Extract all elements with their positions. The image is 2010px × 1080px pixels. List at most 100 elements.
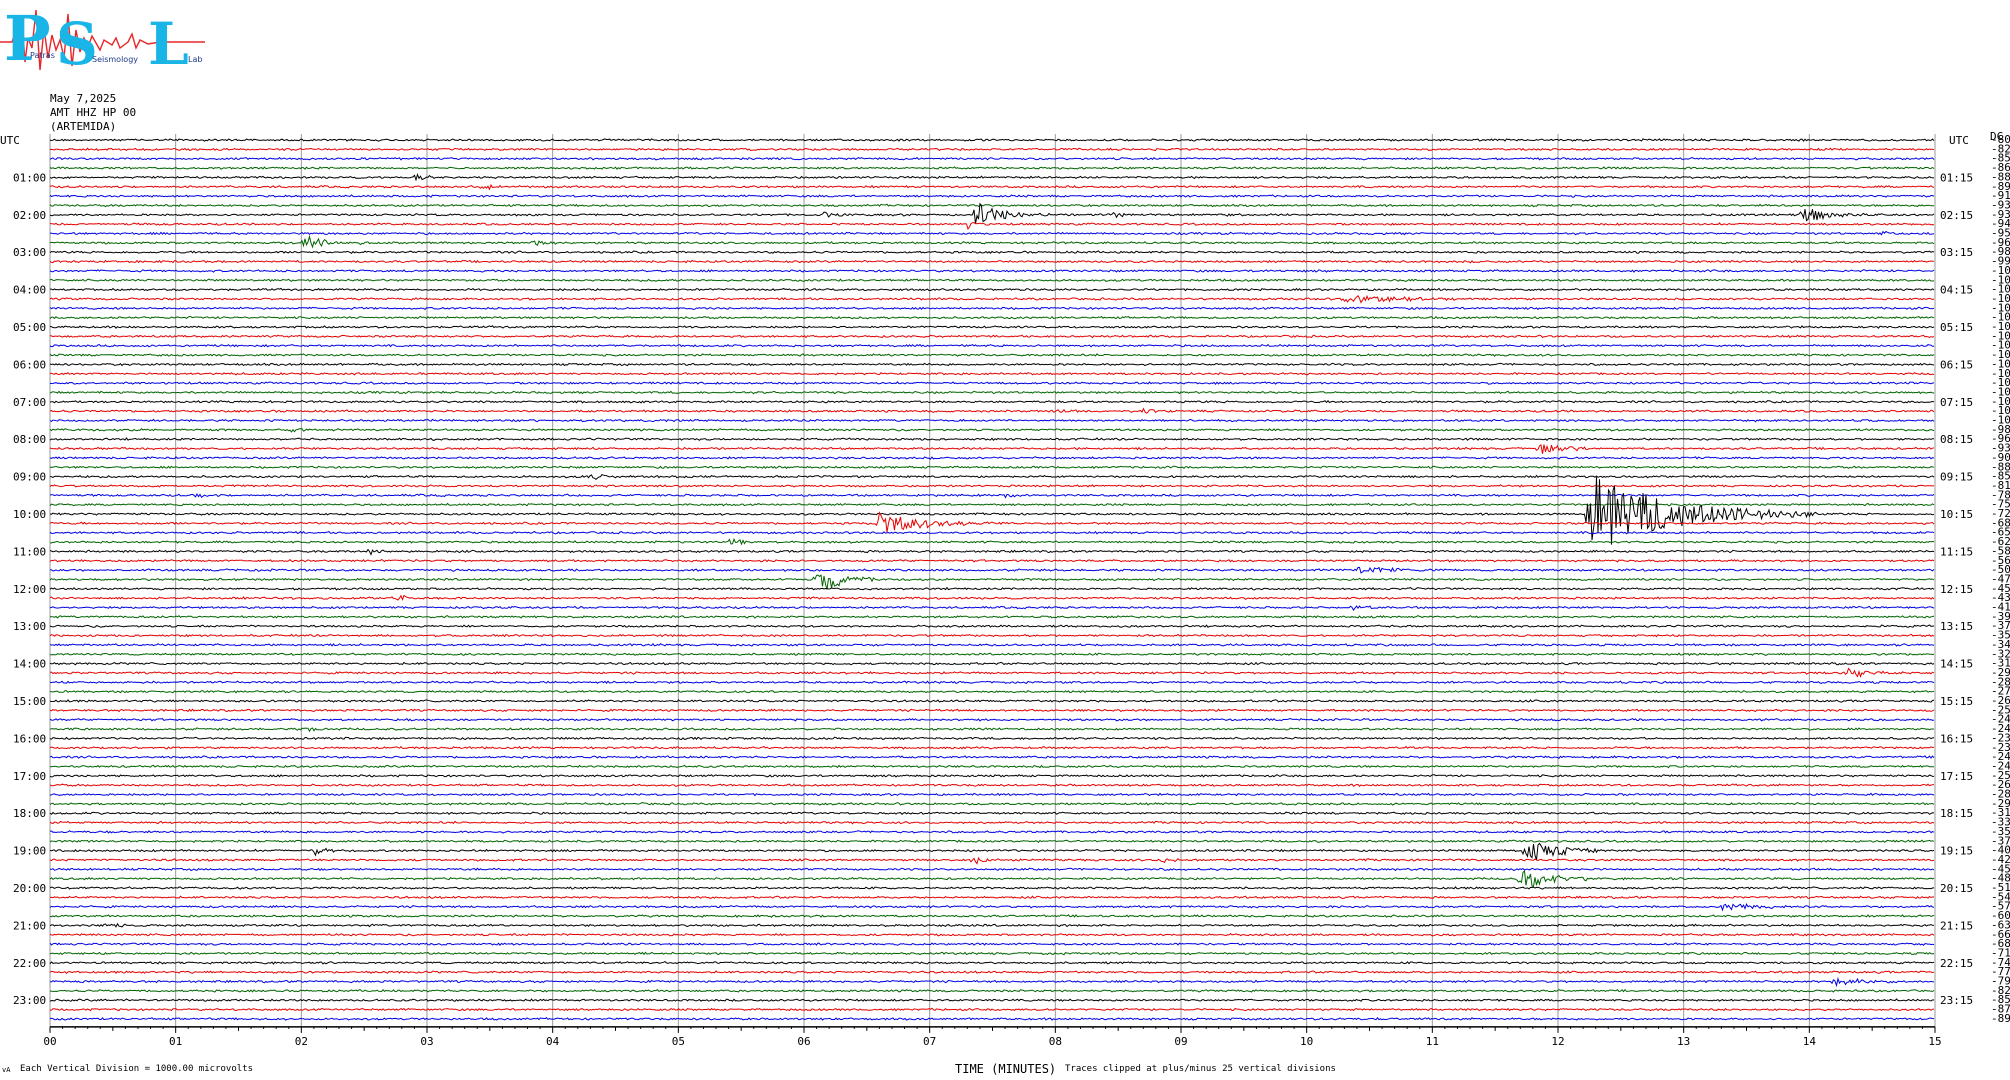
trace-line: [49, 792, 1935, 797]
trace-line: [49, 278, 1935, 283]
trace-line: [49, 586, 1935, 591]
trace-line: [49, 353, 1935, 357]
left-hour-label: 23:00: [13, 994, 46, 1007]
trace-line: [49, 699, 1935, 703]
trace-line: [49, 502, 1935, 507]
left-hour-label: 17:00: [13, 770, 46, 783]
trace-line: [49, 473, 1935, 481]
left-hour-label: 14:00: [13, 658, 46, 671]
trace-line: [49, 250, 1935, 254]
x-tick-label: 08: [1049, 1035, 1062, 1048]
right-hour-label: 18:15: [1940, 807, 1973, 820]
trace-line: [49, 325, 1935, 329]
trace-line: [49, 970, 1935, 975]
trace-line: [49, 428, 1935, 433]
trace-line: [49, 315, 1935, 320]
right-axis-title: UTC: [1949, 134, 1969, 147]
right-hour-label: 20:15: [1940, 882, 1973, 895]
trace-line: [49, 381, 1935, 385]
trace-line: [49, 574, 1935, 590]
trace-line: [49, 530, 1935, 535]
x-tick-label: 01: [169, 1035, 182, 1048]
x-tick-label: 03: [420, 1035, 433, 1048]
trace-line: [49, 259, 1935, 264]
trace-line: [49, 820, 1935, 825]
trace-line: [49, 194, 1935, 198]
trace-line: [49, 708, 1935, 713]
trace-line: [49, 661, 1935, 666]
left-hour-label: 10:00: [13, 508, 46, 521]
trace-line: [49, 922, 1935, 928]
trace-line: [49, 203, 1934, 208]
trace-line: [49, 774, 1934, 778]
x-tick-label: 04: [546, 1035, 560, 1048]
trace-line: [49, 444, 1935, 454]
x-tick-label: 09: [1174, 1035, 1187, 1048]
trace-line: [49, 492, 1935, 499]
trace-line: [49, 269, 1935, 273]
left-hour-label: 06:00: [13, 358, 46, 371]
trace-line: [49, 1017, 1935, 1021]
scale-note: Each Vertical Division = 1000.00 microvo…: [20, 1064, 253, 1074]
right-hour-label: 12:15: [1940, 583, 1973, 596]
left-hour-label: 15:00: [13, 695, 46, 708]
clip-note: Traces clipped at plus/minus 25 vertical…: [1065, 1064, 1336, 1074]
trace-line: [49, 418, 1935, 423]
trace-line: [49, 230, 1935, 236]
trace-line: [49, 334, 1935, 339]
x-tick-label: 00: [43, 1035, 56, 1048]
trace-line: [49, 680, 1935, 685]
trace-line: [49, 976, 1935, 988]
x-tick-label: 12: [1551, 1035, 1564, 1048]
trace-line: [49, 594, 1935, 602]
right-hour-label: 05:15: [1940, 321, 1973, 334]
trace-line: [49, 183, 1935, 191]
trace-line: [49, 895, 1935, 900]
x-tick-label: 07: [923, 1035, 936, 1048]
right-hour-label: 01:15: [1940, 171, 1973, 184]
left-hour-label: 21:00: [13, 919, 46, 932]
right-hour-label: 22:15: [1940, 957, 1973, 970]
trace-line: [49, 465, 1935, 470]
right-hour-label: 06:15: [1940, 358, 1973, 371]
trace-line: [49, 736, 1935, 741]
trace-line: [49, 811, 1935, 816]
left-hour-label: 02:00: [13, 209, 46, 222]
trace-line: [49, 932, 1935, 937]
left-hour-label: 07:00: [13, 396, 46, 409]
x-tick-label: 11: [1426, 1035, 1439, 1048]
x-tick-label: 05: [672, 1035, 685, 1048]
right-hour-label: 07:15: [1940, 396, 1973, 409]
right-hour-label: 17:15: [1940, 770, 1973, 783]
left-hour-label: 01:00: [13, 171, 46, 184]
left-hour-label: 19:00: [13, 845, 46, 858]
x-tick-label: 10: [1300, 1035, 1313, 1048]
trace-line: [49, 294, 1935, 304]
trace-line: [49, 147, 1935, 152]
trace-line: [49, 202, 1935, 224]
trace-line: [49, 903, 1935, 912]
x-tick-label: 15: [1928, 1035, 1941, 1048]
trace-line: [49, 456, 1935, 460]
x-axis-title: TIME (MINUTES): [955, 1062, 1057, 1076]
trace-line: [49, 407, 1935, 414]
trace-line: [49, 633, 1935, 638]
trace-line: [49, 484, 1935, 488]
trace-line: [49, 343, 1934, 348]
trace-line: [49, 764, 1935, 769]
dc-offset-label: -899: [1991, 1012, 2010, 1025]
left-hour-label: 22:00: [13, 957, 46, 970]
right-hour-label: 23:15: [1940, 994, 1973, 1007]
right-hour-label: 11:15: [1940, 545, 1973, 558]
left-hour-label: 12:00: [13, 583, 46, 596]
trace-line: [49, 869, 1935, 887]
trace-line: [49, 942, 1935, 946]
right-hour-label: 02:15: [1940, 209, 1973, 222]
trace-line: [49, 802, 1935, 806]
trace-line: [49, 566, 1935, 574]
right-hour-label: 09:15: [1940, 471, 1973, 484]
right-hour-label: 04:15: [1940, 284, 1973, 297]
trace-line: [49, 222, 1935, 230]
trace-line: [49, 667, 1935, 678]
right-hour-label: 03:15: [1940, 246, 1973, 259]
